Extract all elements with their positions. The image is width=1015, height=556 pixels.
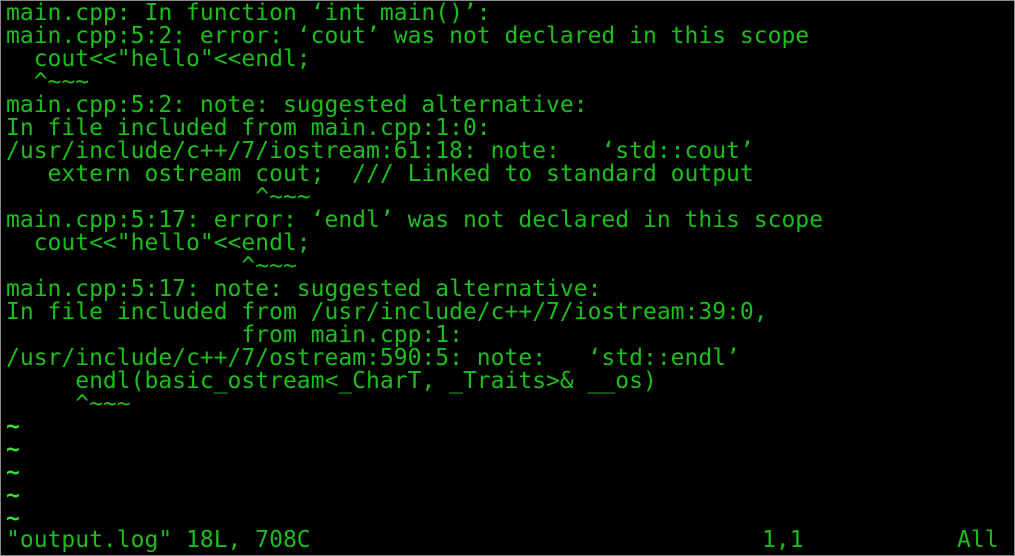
buffer-line: extern ostream cout; /// Linked to stand… — [6, 161, 754, 187]
buffer-line: /usr/include/c++/7/ostream:590:5: note: … — [6, 345, 740, 371]
empty-line-tilde: ~ — [6, 483, 20, 509]
buffer-line: main.cpp:5:17: note: suggested alternati… — [6, 276, 602, 302]
buffer-line: ^~~~ — [6, 184, 311, 210]
buffer-line: In file included from /usr/include/c++/7… — [6, 299, 768, 325]
empty-line-tilde: ~ — [6, 414, 20, 440]
vim-terminal-window[interactable]: main.cpp: In function ‘int main()’: main.… — [0, 0, 1015, 556]
status-scroll-position: All — [957, 527, 999, 553]
status-file-info: "output.log" 18L, 708C — [6, 527, 311, 553]
buffer-line: from main.cpp:1: — [6, 322, 463, 348]
buffer-line: ^~~~ — [6, 253, 297, 279]
buffer-line: main.cpp:5:2: error: ‘cout’ was not decl… — [6, 23, 810, 49]
buffer-line: /usr/include/c++/7/iostream:61:18: note:… — [6, 138, 754, 164]
buffer-line: cout<<"hello"<<endl; — [6, 46, 311, 72]
buffer-line: ^~~~ — [6, 69, 90, 95]
empty-line-tilde: ~ — [6, 437, 20, 463]
buffer-line: cout<<"hello"<<endl; — [6, 230, 311, 256]
buffer-line: main.cpp:5:17: error: ‘endl’ was not dec… — [6, 207, 823, 233]
buffer-line: In file included from main.cpp:1:0: — [6, 115, 491, 141]
buffer-line: endl(basic_ostream<_CharT, _Traits>& __o… — [6, 368, 657, 394]
empty-line-tilde: ~ — [6, 460, 20, 486]
buffer-line: main.cpp: In function ‘int main()’: — [6, 0, 491, 26]
status-cursor-position: 1,1 — [762, 527, 804, 553]
buffer-line: main.cpp:5:2: note: suggested alternativ… — [6, 92, 588, 118]
buffer-line: ^~~~ — [6, 391, 131, 417]
